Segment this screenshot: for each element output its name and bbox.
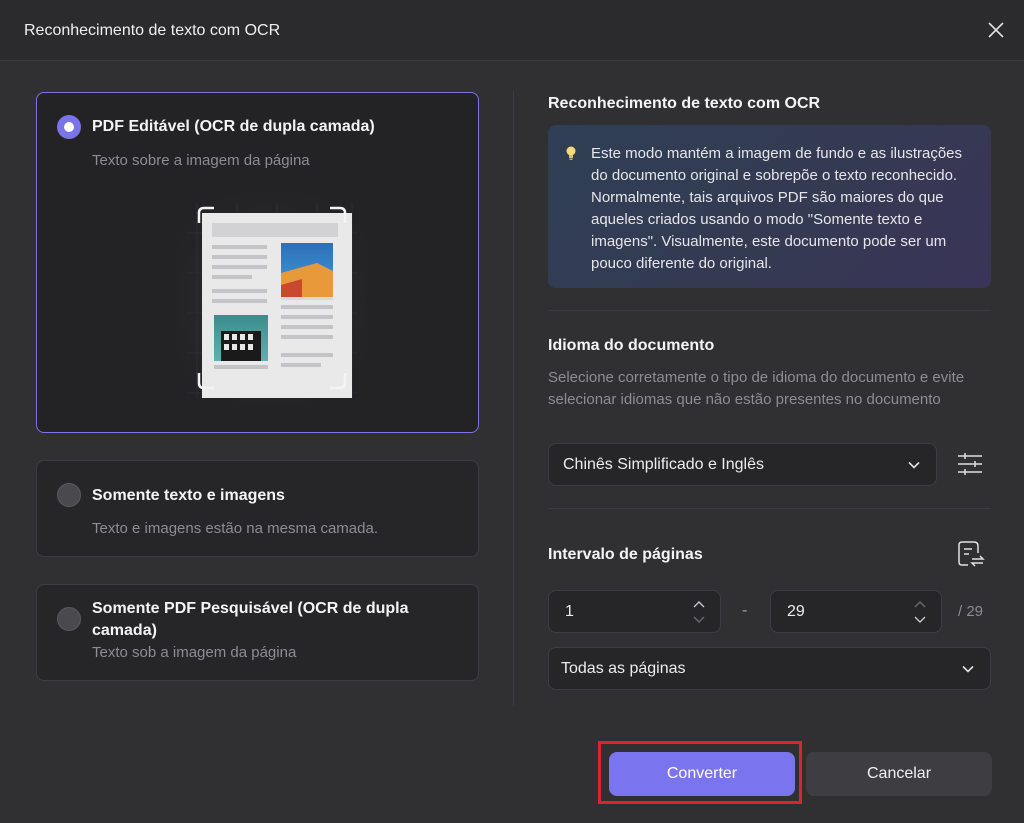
chevron-down-icon bbox=[962, 665, 974, 673]
page-range-title: Intervalo de páginas bbox=[548, 546, 703, 563]
option-subtitle: Texto sobre a imagem da página bbox=[92, 152, 310, 169]
language-title: Idioma do documento bbox=[548, 337, 715, 354]
range-separator: - bbox=[742, 602, 748, 619]
cancel-button[interactable]: Cancelar bbox=[806, 752, 992, 796]
stepper-icon[interactable] bbox=[913, 598, 927, 626]
option-text-and-images[interactable]: Somente texto e imagens Texto e imagens … bbox=[36, 460, 479, 557]
option-title: Somente PDF Pesquisável (OCR de dupla ca… bbox=[92, 600, 409, 639]
dialog-title: Reconhecimento de texto com OCR bbox=[24, 22, 281, 39]
radio-editable-pdf[interactable] bbox=[57, 115, 81, 139]
settings-sliders-icon[interactable] bbox=[957, 451, 983, 477]
column-divider bbox=[513, 91, 514, 706]
option-subtitle: Texto e imagens estão na mesma camada. bbox=[92, 520, 378, 537]
language-description: Selecione corretamente o tipo de idioma … bbox=[548, 369, 965, 408]
option-subtitle: Texto sob a imagem da página bbox=[92, 644, 297, 661]
language-selected-value: Chinês Simplificado e Inglês bbox=[563, 456, 764, 473]
option-title: PDF Editável (OCR de dupla camada) bbox=[92, 118, 375, 135]
radio-searchable-pdf[interactable] bbox=[57, 607, 81, 631]
page-to-value: 29 bbox=[787, 603, 805, 620]
dialog-titlebar: Reconhecimento de texto com OCR bbox=[0, 0, 1024, 61]
page-from-input[interactable]: 1 bbox=[548, 590, 721, 633]
option-title: Somente texto e imagens bbox=[92, 487, 285, 504]
option-searchable-pdf[interactable]: Somente PDF Pesquisável (OCR de dupla ca… bbox=[36, 584, 479, 681]
highlight-box bbox=[598, 741, 802, 804]
lightbulb-icon bbox=[566, 146, 576, 160]
close-icon bbox=[988, 22, 1004, 38]
info-title: Reconhecimento de texto com OCR bbox=[548, 95, 821, 112]
page-preset-value: Todas as páginas bbox=[561, 660, 686, 677]
close-button[interactable] bbox=[982, 16, 1010, 44]
page-total: / 29 bbox=[958, 603, 984, 620]
divider bbox=[548, 508, 991, 509]
page-preset-select[interactable]: Todas as páginas bbox=[548, 647, 991, 690]
divider bbox=[548, 310, 991, 311]
document-illustration bbox=[177, 193, 367, 403]
page-from-value: 1 bbox=[565, 603, 574, 620]
dialog-body: PDF Editável (OCR de dupla camada) Texto… bbox=[0, 61, 1024, 823]
chevron-down-icon bbox=[908, 461, 920, 469]
stepper-icon[interactable] bbox=[692, 598, 706, 626]
info-text: Este modo mantém a imagem de fundo e as … bbox=[591, 145, 963, 272]
language-select[interactable]: Chinês Simplificado e Inglês bbox=[548, 443, 937, 486]
page-to-input[interactable]: 29 bbox=[770, 590, 942, 633]
option-editable-pdf[interactable]: PDF Editável (OCR de dupla camada) Texto… bbox=[36, 92, 479, 433]
radio-text-and-images[interactable] bbox=[57, 483, 81, 507]
page-range-icon[interactable] bbox=[957, 540, 985, 568]
info-box: Este modo mantém a imagem de fundo e as … bbox=[548, 125, 991, 288]
